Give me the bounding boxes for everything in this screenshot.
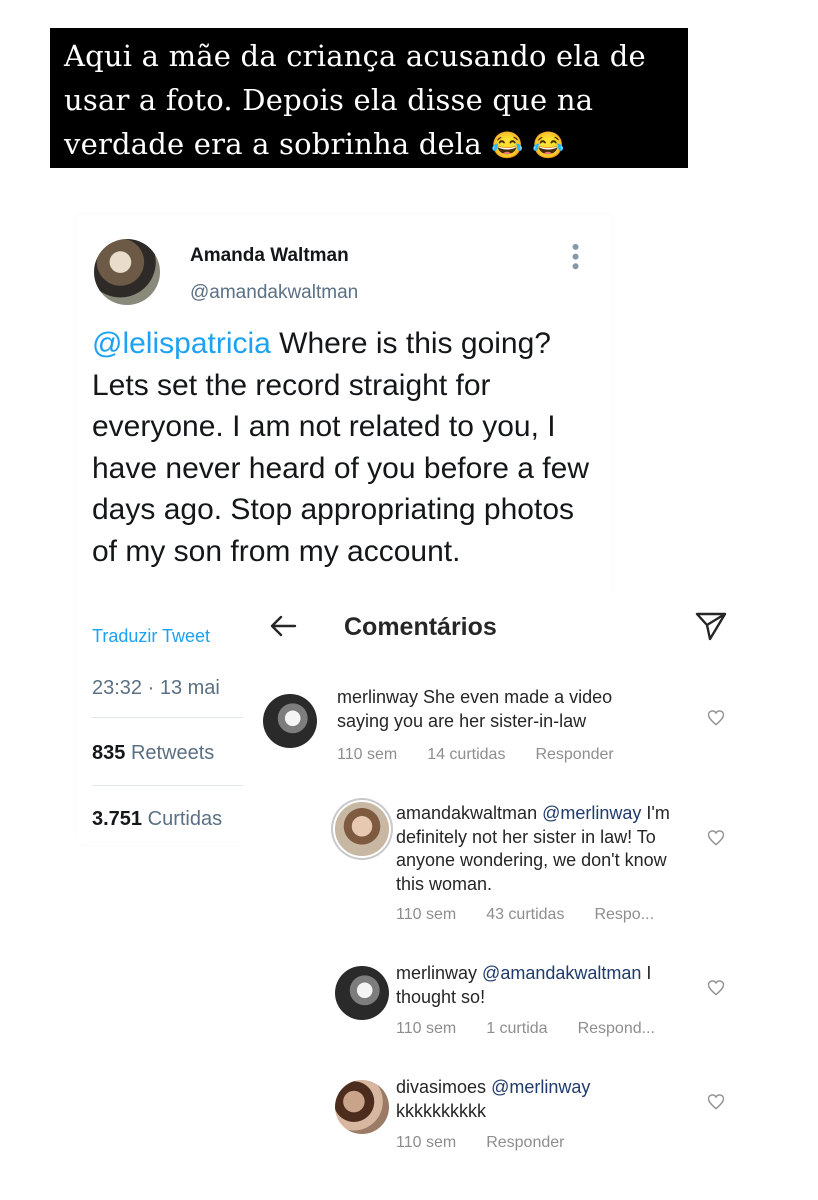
reply-button[interactable]: Respond... (578, 1020, 655, 1037)
heart-icon[interactable] (706, 828, 726, 848)
instagram-comments-panel: Comentários merlinway She even made a vi… (243, 592, 753, 1168)
reply-button[interactable]: Responder (535, 746, 613, 763)
retweets-count: 835 (92, 742, 126, 764)
commenter-avatar[interactable] (335, 802, 389, 856)
tweet-author-handle[interactable]: @amandakwaltman (190, 282, 358, 304)
comment-meta: 110 sem Responder (396, 1134, 594, 1152)
comment-username[interactable]: divasimoes (396, 1077, 486, 1097)
comment-likes[interactable]: 1 curtida (486, 1020, 547, 1037)
retweets-label: Retweets (130, 742, 215, 764)
story-caption: Aqui a mãe da criança acusando ela de us… (50, 28, 688, 168)
comment-time: 110 sem (337, 746, 398, 763)
commenter-avatar[interactable] (263, 694, 317, 748)
send-icon[interactable] (693, 608, 729, 644)
comment-mention[interactable]: @amandakwaltman (482, 963, 641, 983)
commenter-avatar[interactable] (335, 1080, 389, 1134)
heart-icon[interactable] (706, 1092, 726, 1112)
tweet-author-name[interactable]: Amanda Waltman (190, 245, 349, 267)
more-options-icon[interactable]: ••• (563, 243, 588, 272)
comment-username[interactable]: merlinway (337, 687, 418, 707)
back-arrow-icon[interactable] (265, 608, 301, 644)
comment-username[interactable]: amandakwaltman (396, 803, 537, 823)
tweet-text: @lelispatricia Where is this going? Lets… (92, 323, 602, 572)
likes-count: 3.751 (92, 808, 143, 830)
comment-likes[interactable]: 43 curtidas (486, 906, 564, 923)
comment-text: kkkkkkkkkk (396, 1100, 486, 1121)
reply-button[interactable]: Responder (486, 1134, 564, 1151)
heart-icon[interactable] (706, 708, 726, 728)
comment-meta: 110 sem 43 curtidas Respo... (396, 906, 684, 924)
heart-icon[interactable] (706, 978, 726, 998)
comment-mention[interactable]: @merlinway (491, 1077, 590, 1097)
comment-body: amandakwaltman @merlinway I'm definitely… (396, 802, 676, 896)
comment-body: divasimoes @merlinway kkkkkkkkkk (396, 1076, 686, 1123)
tweet-body: Where is this going? Lets set the record… (92, 327, 589, 568)
comment-time: 110 sem (396, 1134, 457, 1151)
retweets-stat[interactable]: 835 Retweets (92, 742, 214, 765)
laughing-emoji: 😂 😂 (491, 131, 565, 161)
likes-label: Curtidas (147, 808, 223, 830)
tweet-avatar[interactable] (94, 239, 160, 305)
comments-title: Comentários (344, 613, 497, 641)
comment-body: merlinway She even made a video saying y… (337, 686, 667, 733)
tweet-mention-link[interactable]: @lelispatricia (92, 327, 271, 360)
comment-body: merlinway @amandakwaltman I thought so! (396, 962, 686, 1009)
comment-username[interactable]: merlinway (396, 963, 477, 983)
comment-mention[interactable]: @merlinway (542, 803, 641, 823)
reply-button[interactable]: Respo... (594, 906, 654, 923)
comment-time: 110 sem (396, 906, 457, 923)
comment-meta: 110 sem 14 curtidas Responder (337, 746, 644, 764)
translate-tweet-link[interactable]: Traduzir Tweet (92, 626, 210, 647)
comment-likes[interactable]: 14 curtidas (427, 746, 505, 763)
comment-time: 110 sem (396, 1020, 457, 1037)
tweet-timestamp: 23:32 · 13 mai (92, 677, 220, 699)
commenter-avatar[interactable] (335, 966, 389, 1020)
comment-meta: 110 sem 1 curtida Respond... (396, 1020, 685, 1038)
likes-stat[interactable]: 3.751 Curtidas (92, 808, 222, 831)
